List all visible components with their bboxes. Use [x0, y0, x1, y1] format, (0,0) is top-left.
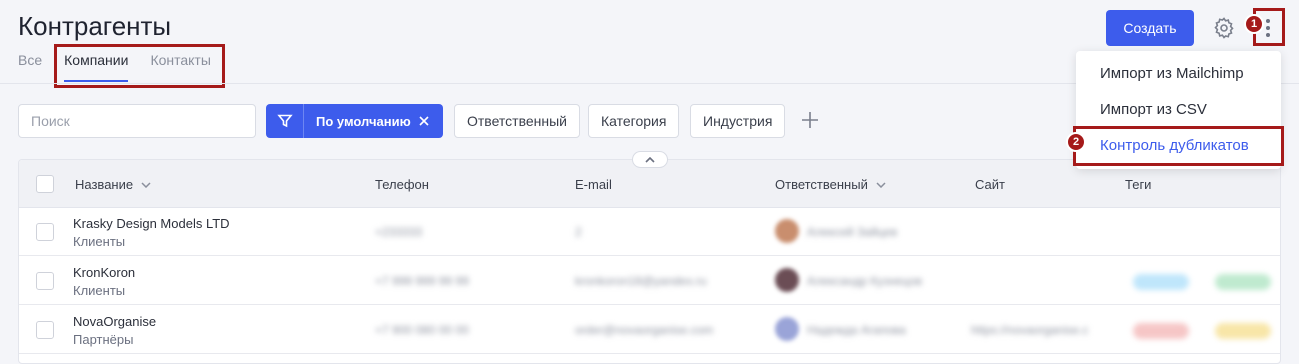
company-cell[interactable]: KronKoron Клиенты: [73, 264, 135, 300]
chevron-up-icon: [645, 156, 655, 163]
company-category: Партнёры: [73, 332, 134, 347]
phone-cell: +7 999 999 99 99: [375, 274, 469, 288]
row-checkbox[interactable]: [36, 321, 54, 339]
phone-cell: +233333: [375, 225, 423, 239]
add-filter-icon[interactable]: [800, 110, 820, 130]
tab-all[interactable]: Все: [18, 52, 42, 82]
chevron-down-icon: [876, 181, 886, 188]
column-email[interactable]: E-mail: [575, 177, 612, 192]
collapse-filters-button[interactable]: [632, 151, 668, 168]
company-name: NovaOrganise: [73, 314, 157, 329]
column-name[interactable]: Название: [75, 177, 151, 192]
avatar: [775, 219, 799, 243]
chevron-down-icon: [141, 181, 151, 188]
tag-badge: [1133, 274, 1189, 290]
gear-icon[interactable]: [1212, 16, 1236, 40]
create-button[interactable]: Создать: [1106, 10, 1194, 46]
table-row[interactable]: Krasky Design Models LTD Клиенты +233333…: [19, 208, 1280, 256]
annotation-box-duplicates: [1073, 126, 1284, 166]
annotation-badge-2: 2: [1066, 132, 1086, 152]
table-row[interactable]: KronKoron Клиенты +7 999 999 99 99 kronk…: [19, 257, 1280, 305]
column-tags[interactable]: Теги: [1125, 177, 1151, 192]
owner-cell: Алексей Зайцев: [807, 225, 898, 239]
active-filter-text: По умолчанию: [316, 113, 411, 129]
company-category: Клиенты: [73, 283, 126, 298]
annotation-badge-1: 1: [1244, 14, 1264, 34]
tag-badge: [1215, 323, 1271, 339]
company-cell[interactable]: Krasky Design Models LTD Клиенты: [73, 215, 230, 251]
tag-badge: [1215, 274, 1271, 290]
annotation-box-tabs: [54, 44, 225, 88]
search-input[interactable]: [18, 104, 256, 138]
page-title: Контрагенты: [18, 11, 172, 41]
company-name: KronKoron: [73, 265, 136, 280]
site-cell: https://novaorganise.c: [971, 323, 1089, 337]
filter-chip-category[interactable]: Категория: [588, 104, 680, 138]
filter-icon[interactable]: [266, 104, 304, 138]
avatar: [775, 268, 799, 292]
email-cell: kronkoron18@yandex.ru: [575, 274, 707, 288]
column-owner-label: Ответственный: [775, 177, 868, 192]
menu-item-import-csv[interactable]: Импорт из CSV: [1100, 101, 1207, 118]
filter-chip-owner[interactable]: Ответственный: [454, 104, 580, 138]
owner-cell: Надежда Агапова: [807, 323, 906, 337]
company-name: Krasky Design Models LTD: [73, 216, 230, 231]
menu-item-import-mailchimp[interactable]: Импорт из Mailchimp: [1100, 65, 1244, 82]
close-icon[interactable]: [419, 116, 429, 126]
column-phone[interactable]: Телефон: [375, 177, 429, 192]
avatar: [775, 317, 799, 341]
table-row[interactable]: NovaOrganise Партнёры +7 900 080 00 00 o…: [19, 306, 1280, 354]
company-category: Клиенты: [73, 234, 126, 249]
active-filter-label[interactable]: По умолчанию: [304, 104, 443, 138]
phone-cell: +7 900 080 00 00: [375, 323, 469, 337]
column-owner[interactable]: Ответственный: [775, 177, 886, 192]
company-cell[interactable]: NovaOrganise Партнёры: [73, 313, 156, 349]
select-all-checkbox[interactable]: [36, 175, 54, 193]
companies-table: Название Телефон E-mail Ответственный Са…: [18, 159, 1281, 364]
column-site[interactable]: Сайт: [975, 177, 1005, 192]
email-cell: order@novaorganise.com: [575, 323, 714, 337]
active-filter[interactable]: По умолчанию: [266, 104, 443, 138]
row-checkbox[interactable]: [36, 223, 54, 241]
owner-cell: Александр Кузнецов: [807, 274, 922, 288]
email-cell: 2: [575, 225, 582, 239]
filter-chip-industry[interactable]: Индустрия: [690, 104, 786, 138]
tag-badge: [1133, 323, 1189, 339]
row-checkbox[interactable]: [36, 272, 54, 290]
column-name-label: Название: [75, 177, 134, 192]
